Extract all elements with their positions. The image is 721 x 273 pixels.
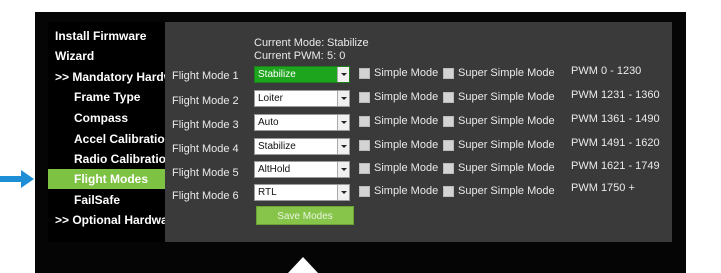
flight-mode-1-select[interactable]: Stabilize [254,66,350,83]
pointer-arrow-icon [0,170,34,188]
flight-mode-4-value: Stabilize [258,141,296,152]
sidebar: Install Firmware Wizard >> Mandatory Har… [48,22,165,242]
sidebar-item-compass[interactable]: Compass [74,108,128,128]
simple-mode-1-label: Simple Mode [374,67,439,79]
sidebar-item-mandatory-hardware[interactable]: >> Mandatory Hardware [55,67,165,87]
super-simple-mode-6-checkbox[interactable] [443,186,454,197]
flight-mode-5-label: Flight Mode 5 [172,167,239,179]
pwm-range-4: PWM 1491 - 1620 [571,137,660,149]
flight-mode-6-value: RTL [258,187,277,198]
pwm-range-5: PWM 1621 - 1749 [571,160,660,172]
chevron-down-icon[interactable] [337,115,349,130]
flight-mode-2-label: Flight Mode 2 [172,95,239,107]
pwm-range-6: PWM 1750 + [571,182,635,194]
pwm-range-2: PWM 1231 - 1360 [571,89,660,101]
chevron-down-icon[interactable] [337,67,349,82]
simple-mode-5-checkbox[interactable] [359,163,370,174]
sidebar-item-flight-modes[interactable]: Flight Modes [48,169,165,189]
flight-mode-2-value: Loiter [258,93,284,104]
current-mode-label: Current Mode: [254,37,325,49]
super-simple-mode-6-label: Super Simple Mode [458,185,555,197]
simple-mode-5-label: Simple Mode [374,162,439,174]
pwm-range-3: PWM 1361 - 1490 [571,113,660,125]
flight-mode-3-select[interactable]: Auto [254,114,350,131]
simple-mode-2-checkbox[interactable] [359,92,370,103]
super-simple-mode-4-checkbox[interactable] [443,140,454,151]
pwm-range-1: PWM 0 - 1230 [571,65,642,77]
simple-mode-4-checkbox[interactable] [359,140,370,151]
sidebar-item-frame-type[interactable]: Frame Type [74,87,140,107]
super-simple-mode-2-label: Super Simple Mode [458,91,555,103]
current-mode-value: Stabilize [327,37,369,49]
simple-mode-1-checkbox[interactable] [359,68,370,79]
flight-mode-2-select[interactable]: Loiter [254,90,350,107]
super-simple-mode-5-checkbox[interactable] [443,163,454,174]
sidebar-item-failsafe[interactable]: FailSafe [74,190,120,210]
flight-mode-4-select[interactable]: Stabilize [254,138,350,155]
sidebar-item-wizard[interactable]: Wizard [55,46,94,66]
up-arrow-icon [288,257,318,273]
chevron-down-icon[interactable] [337,139,349,154]
simple-mode-3-label: Simple Mode [374,115,439,127]
sidebar-item-accel-calibration[interactable]: Accel Calibration [74,129,165,149]
simple-mode-4-label: Simple Mode [374,139,439,151]
simple-mode-6-checkbox[interactable] [359,186,370,197]
chevron-down-icon[interactable] [337,185,349,200]
flight-mode-1-value: Stabilize [258,69,296,80]
sidebar-item-radio-calibration[interactable]: Radio Calibration [74,149,165,169]
flight-mode-5-select[interactable]: AltHold [254,161,350,178]
super-simple-mode-3-checkbox[interactable] [443,116,454,127]
save-modes-button[interactable]: Save Modes [256,206,354,225]
flight-mode-3-label: Flight Mode 3 [172,119,239,131]
flight-mode-3-value: Auto [258,117,279,128]
sidebar-item-install-firmware[interactable]: Install Firmware [55,26,146,46]
super-simple-mode-3-label: Super Simple Mode [458,115,555,127]
simple-mode-3-checkbox[interactable] [359,116,370,127]
flight-mode-4-label: Flight Mode 4 [172,143,239,155]
flight-mode-6-select[interactable]: RTL [254,184,350,201]
simple-mode-2-label: Simple Mode [374,91,439,103]
flight-mode-6-label: Flight Mode 6 [172,190,239,202]
super-simple-mode-1-label: Super Simple Mode [458,67,555,79]
flight-mode-1-label: Flight Mode 1 [172,70,239,82]
sidebar-item-optional-hardware[interactable]: >> Optional Hardware [55,210,165,230]
super-simple-mode-1-checkbox[interactable] [443,68,454,79]
chevron-down-icon[interactable] [337,162,349,177]
current-pwm-label: Current PWM: [254,50,324,62]
chevron-down-icon[interactable] [337,91,349,106]
super-simple-mode-4-label: Super Simple Mode [458,139,555,151]
super-simple-mode-5-label: Super Simple Mode [458,162,555,174]
current-pwm-value: 5: 0 [327,50,346,62]
simple-mode-6-label: Simple Mode [374,185,439,197]
super-simple-mode-2-checkbox[interactable] [443,92,454,103]
flight-mode-5-value: AltHold [258,164,291,175]
